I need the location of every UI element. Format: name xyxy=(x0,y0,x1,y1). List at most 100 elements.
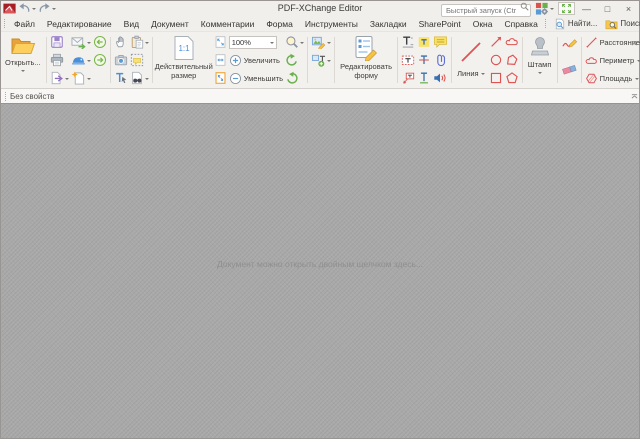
underline-button[interactable] xyxy=(416,69,432,87)
export-button[interactable] xyxy=(49,69,70,87)
new-document-dropdown-arrow[interactable] xyxy=(87,78,91,82)
search-in-document-button[interactable] xyxy=(129,69,150,87)
strikeout-button[interactable] xyxy=(416,51,432,69)
area-dropdown-arrow[interactable] xyxy=(635,78,639,82)
fit-page-icon xyxy=(214,35,227,49)
rotate-cw-button[interactable] xyxy=(284,69,305,87)
zoom-out-button[interactable]: Уменьшить xyxy=(228,69,284,87)
search-in-document-dropdown-arrow[interactable] xyxy=(145,78,149,82)
edit-form-button[interactable]: Редактировать форму xyxy=(337,33,395,87)
menu-sharepoint[interactable]: SharePoint xyxy=(413,16,467,31)
attach-file-button[interactable] xyxy=(432,51,449,69)
select-text-button[interactable] xyxy=(113,69,129,87)
edit-objects-button[interactable] xyxy=(310,33,332,51)
menu-form[interactable]: Форма xyxy=(260,16,299,31)
propsbar-grip[interactable] xyxy=(5,92,7,101)
paperclip-icon xyxy=(433,53,447,67)
prev-view-button[interactable] xyxy=(92,33,108,51)
stamp-dropdown-arrow[interactable] xyxy=(538,72,542,76)
select-comments-button[interactable] xyxy=(129,51,150,69)
actual-size-button[interactable]: 1:1 Действительный размер xyxy=(155,33,213,87)
zoom-tool-dropdown-arrow[interactable] xyxy=(300,42,304,46)
menu-edit[interactable]: Редактирование xyxy=(41,16,118,31)
customize-ui-button[interactable] xyxy=(533,2,556,15)
find-button[interactable]: Найти... xyxy=(550,17,602,31)
chevron-up-icon xyxy=(631,39,638,46)
email-dropdown-arrow[interactable] xyxy=(87,42,91,46)
callout-button[interactable] xyxy=(400,69,416,87)
find-toolbar-grip[interactable] xyxy=(545,19,547,28)
sticky-note-button[interactable] xyxy=(432,33,449,51)
rectangle-button[interactable] xyxy=(488,69,504,87)
hand-tool-button[interactable] xyxy=(113,33,129,51)
search-button[interactable]: Поиск... xyxy=(601,17,640,31)
scan-button[interactable] xyxy=(70,51,92,69)
fit-page-button[interactable] xyxy=(213,33,228,51)
line-tool-button[interactable]: Линия xyxy=(454,33,488,87)
menu-windows[interactable]: Окна xyxy=(467,16,499,31)
add-content-dropdown-arrow[interactable] xyxy=(327,60,331,64)
polygon-button[interactable] xyxy=(504,51,520,69)
pencil-tool-button[interactable] xyxy=(560,33,579,51)
undo-button[interactable] xyxy=(17,2,37,15)
undo-dropdown-arrow[interactable] xyxy=(32,8,36,12)
redo-dropdown-arrow[interactable] xyxy=(52,8,56,12)
quick-launch-input[interactable] xyxy=(441,4,531,17)
zoom-level-combo[interactable]: 100% xyxy=(229,36,277,49)
app-logo-icon[interactable] xyxy=(2,2,17,15)
pentagon-button[interactable] xyxy=(504,69,520,87)
open-button[interactable]: Открыть... xyxy=(2,33,44,87)
eraser-button[interactable] xyxy=(560,60,579,78)
print-button[interactable] xyxy=(49,51,70,69)
menu-view[interactable]: Вид xyxy=(118,16,145,31)
perimeter-label: Периметр xyxy=(600,56,635,65)
area-button[interactable]: Площадь xyxy=(584,69,640,87)
close-button[interactable]: × xyxy=(619,2,638,15)
menu-comments[interactable]: Комментарии xyxy=(195,16,261,31)
typewriter-button[interactable] xyxy=(400,33,416,51)
add-content-button[interactable] xyxy=(310,51,332,69)
document-area[interactable]: Документ можно открыть двойным щелчком з… xyxy=(1,104,639,438)
perimeter-button[interactable]: Периметр xyxy=(584,51,640,69)
edit-objects-dropdown-arrow[interactable] xyxy=(327,42,331,46)
cloud-button[interactable] xyxy=(504,33,520,51)
circle-button[interactable] xyxy=(488,51,504,69)
text-box-button[interactable] xyxy=(400,51,416,69)
save-icon xyxy=(50,35,64,49)
paste-dropdown-arrow[interactable] xyxy=(145,42,149,46)
minimize-button[interactable]: — xyxy=(577,2,596,15)
next-view-button[interactable] xyxy=(92,51,108,69)
menu-bookmarks[interactable]: Закладки xyxy=(364,16,413,31)
menu-file[interactable]: Файл xyxy=(8,16,41,31)
snapshot-button[interactable] xyxy=(113,51,129,69)
email-button[interactable] xyxy=(70,33,92,51)
zoom-tool-button[interactable] xyxy=(284,33,305,51)
menu-document[interactable]: Документ xyxy=(145,16,195,31)
zoom-in-button[interactable]: Увеличить xyxy=(228,51,284,69)
fullscreen-button[interactable] xyxy=(558,2,575,15)
stamp-button[interactable]: Штамп xyxy=(525,33,555,87)
prev-view-icon xyxy=(93,35,107,49)
propsbar-overflow-button[interactable] xyxy=(631,92,638,101)
sound-button[interactable] xyxy=(432,69,449,87)
new-document-button[interactable] xyxy=(70,69,92,87)
highlight-button[interactable] xyxy=(416,33,432,51)
customize-ui-dropdown-arrow[interactable] xyxy=(550,8,554,12)
line-dropdown-arrow[interactable] xyxy=(481,73,485,77)
paste-button[interactable] xyxy=(129,33,150,51)
arrow-button[interactable] xyxy=(488,33,504,51)
rotate-ccw-button[interactable] xyxy=(284,51,305,69)
open-dropdown-arrow[interactable] xyxy=(21,70,25,74)
scan-dropdown-arrow[interactable] xyxy=(87,60,91,64)
export-dropdown-arrow[interactable] xyxy=(65,78,69,82)
save-button[interactable] xyxy=(49,33,70,51)
open-folder-icon xyxy=(10,35,36,57)
menu-tools[interactable]: Инструменты xyxy=(299,16,364,31)
menu-help[interactable]: Справка xyxy=(498,16,543,31)
fit-width-button[interactable] xyxy=(213,51,228,69)
fit-visible-button[interactable] xyxy=(213,69,228,87)
redo-button[interactable] xyxy=(37,2,57,15)
maximize-button[interactable]: □ xyxy=(598,2,617,15)
menubar-grip[interactable] xyxy=(4,19,5,28)
toolbar-overflow-button[interactable] xyxy=(631,33,638,51)
